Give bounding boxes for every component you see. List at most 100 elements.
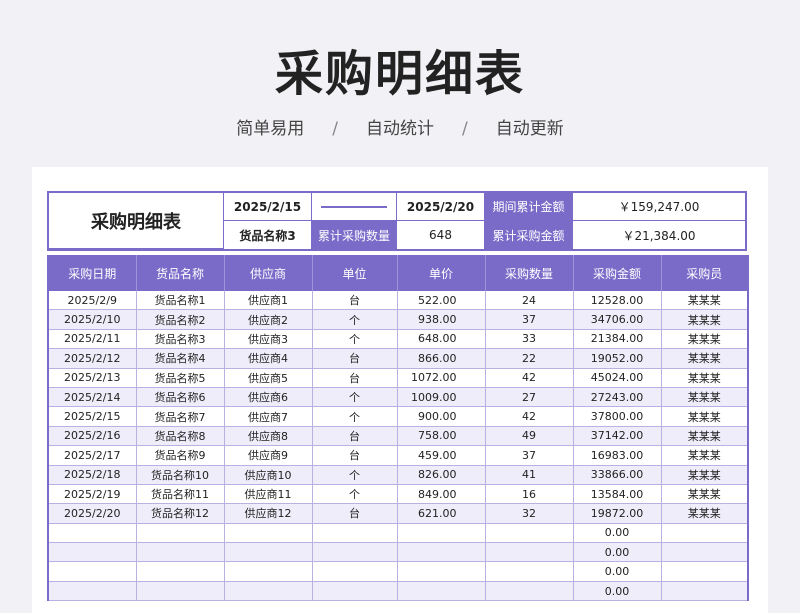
cell-buyer[interactable] <box>661 542 749 563</box>
cell-amount[interactable]: 27243.00 <box>573 387 662 408</box>
cell-amount[interactable]: 37142.00 <box>573 426 662 447</box>
cell-unit[interactable]: 个 <box>312 465 398 485</box>
cell-price[interactable]: 866.00 <box>397 348 486 369</box>
cell-price[interactable]: 459.00 <box>397 445 486 466</box>
cell-supplier[interactable]: 供应商6 <box>224 387 313 408</box>
cell-price[interactable]: 522.00 <box>397 291 486 311</box>
cell-product[interactable]: 货品名称10 <box>136 465 225 485</box>
cell-quantity[interactable]: 24 <box>485 291 574 311</box>
cell-amount[interactable]: 33866.00 <box>573 465 662 485</box>
cell-quantity[interactable] <box>485 542 574 563</box>
cell-price[interactable]: 938.00 <box>397 309 486 330</box>
cell-product[interactable]: 货品名称7 <box>136 406 225 427</box>
cell-price[interactable] <box>397 542 486 563</box>
cell-date[interactable]: 2025/2/15 <box>48 406 137 427</box>
cell-quantity[interactable] <box>485 581 574 602</box>
header-unit[interactable]: 单位 <box>312 255 398 291</box>
cell-unit[interactable]: 个 <box>312 309 398 330</box>
cell-unit[interactable] <box>312 581 398 602</box>
cell-buyer[interactable]: 某某某 <box>661 426 749 447</box>
cell-price[interactable] <box>397 561 486 582</box>
cell-supplier[interactable]: 供应商1 <box>224 291 313 311</box>
cell-product[interactable] <box>136 542 225 563</box>
cell-date[interactable]: 2025/2/14 <box>48 387 137 408</box>
cell-amount[interactable]: 21384.00 <box>573 329 662 350</box>
cell-price[interactable] <box>397 581 486 602</box>
cell-amount[interactable]: 34706.00 <box>573 309 662 330</box>
cell-unit[interactable]: 个 <box>312 484 398 505</box>
cell-supplier[interactable] <box>224 561 313 582</box>
date-end-cell[interactable]: 2025/2/20 <box>397 193 485 221</box>
cell-unit[interactable]: 台 <box>312 368 398 388</box>
cell-product[interactable] <box>136 523 225 544</box>
header-quantity[interactable]: 采购数量 <box>485 255 574 291</box>
cell-supplier[interactable]: 供应商8 <box>224 426 313 447</box>
cum-qty-value[interactable]: 648 <box>397 221 485 249</box>
cell-amount[interactable]: 37800.00 <box>573 406 662 427</box>
cell-amount[interactable]: 45024.00 <box>573 368 662 388</box>
period-total-value[interactable]: ￥159,247.00 <box>573 193 745 221</box>
cell-quantity[interactable] <box>485 523 574 544</box>
cell-quantity[interactable]: 42 <box>485 406 574 427</box>
cell-quantity[interactable]: 37 <box>485 445 574 466</box>
cum-amt-value[interactable]: ￥21,384.00 <box>573 221 745 249</box>
cell-supplier[interactable] <box>224 581 313 602</box>
cell-date[interactable] <box>48 523 137 544</box>
cell-quantity[interactable]: 27 <box>485 387 574 408</box>
header-product[interactable]: 货品名称 <box>136 255 225 291</box>
cell-unit[interactable] <box>312 561 398 582</box>
cell-buyer[interactable]: 某某某 <box>661 348 749 369</box>
cell-quantity[interactable]: 22 <box>485 348 574 369</box>
cell-amount[interactable]: 19052.00 <box>573 348 662 369</box>
product-name-cell[interactable]: 货品名称3 <box>224 221 312 249</box>
cell-buyer[interactable]: 某某某 <box>661 484 749 505</box>
cell-amount[interactable]: 0.00 <box>573 523 662 544</box>
cell-date[interactable] <box>48 561 137 582</box>
cell-amount[interactable]: 13584.00 <box>573 484 662 505</box>
cell-product[interactable] <box>136 561 225 582</box>
cell-product[interactable]: 货品名称11 <box>136 484 225 505</box>
cell-buyer[interactable]: 某某某 <box>661 387 749 408</box>
cell-buyer[interactable]: 某某某 <box>661 445 749 466</box>
cell-amount[interactable]: 16983.00 <box>573 445 662 466</box>
cell-product[interactable]: 货品名称8 <box>136 426 225 447</box>
cell-date[interactable]: 2025/2/18 <box>48 465 137 485</box>
cell-quantity[interactable]: 16 <box>485 484 574 505</box>
cell-product[interactable]: 货品名称2 <box>136 309 225 330</box>
cell-price[interactable] <box>397 523 486 544</box>
cell-price[interactable]: 900.00 <box>397 406 486 427</box>
cell-quantity[interactable]: 49 <box>485 426 574 447</box>
cell-supplier[interactable]: 供应商4 <box>224 348 313 369</box>
cell-unit[interactable]: 个 <box>312 406 398 427</box>
cell-price[interactable]: 621.00 <box>397 503 486 524</box>
cell-product[interactable]: 货品名称5 <box>136 368 225 388</box>
cell-amount[interactable]: 0.00 <box>573 542 662 563</box>
cell-product[interactable]: 货品名称1 <box>136 291 225 311</box>
cell-date[interactable]: 2025/2/12 <box>48 348 137 369</box>
cell-date[interactable]: 2025/2/16 <box>48 426 137 447</box>
cell-unit[interactable]: 台 <box>312 503 398 524</box>
summary-title[interactable]: 采购明细表 <box>49 193 224 249</box>
cell-product[interactable]: 货品名称6 <box>136 387 225 408</box>
cell-buyer[interactable]: 某某某 <box>661 309 749 330</box>
cell-unit[interactable]: 台 <box>312 348 398 369</box>
cell-supplier[interactable]: 供应商3 <box>224 329 313 350</box>
cell-supplier[interactable] <box>224 523 313 544</box>
header-date[interactable]: 采购日期 <box>48 255 137 291</box>
cell-unit[interactable] <box>312 542 398 563</box>
cell-price[interactable]: 1072.00 <box>397 368 486 388</box>
header-buyer[interactable]: 采购员 <box>661 255 749 291</box>
cell-price[interactable]: 826.00 <box>397 465 486 485</box>
cell-buyer[interactable]: 某某某 <box>661 291 749 311</box>
cell-date[interactable]: 2025/2/10 <box>48 309 137 330</box>
cell-quantity[interactable]: 33 <box>485 329 574 350</box>
header-supplier[interactable]: 供应商 <box>224 255 313 291</box>
cell-product[interactable]: 货品名称4 <box>136 348 225 369</box>
cell-supplier[interactable]: 供应商7 <box>224 406 313 427</box>
cell-price[interactable]: 1009.00 <box>397 387 486 408</box>
cell-buyer[interactable]: 某某某 <box>661 368 749 388</box>
cell-unit[interactable]: 个 <box>312 329 398 350</box>
cell-supplier[interactable]: 供应商11 <box>224 484 313 505</box>
cell-quantity[interactable]: 37 <box>485 309 574 330</box>
cell-amount[interactable]: 0.00 <box>573 561 662 582</box>
